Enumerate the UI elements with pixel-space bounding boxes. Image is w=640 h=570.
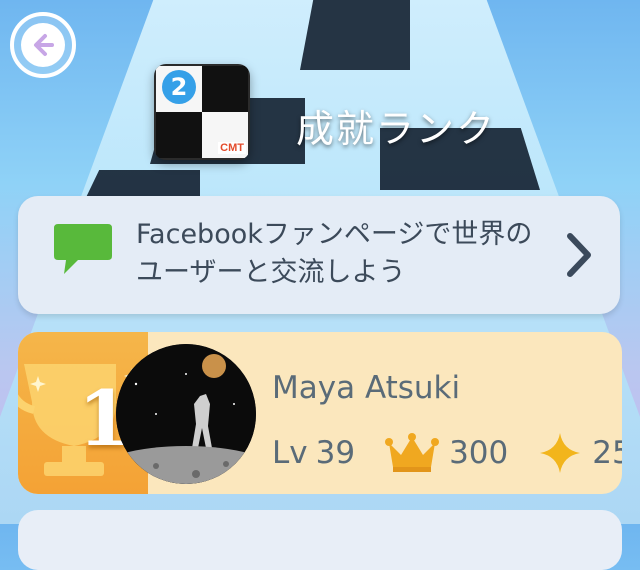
star-icon xyxy=(540,433,581,473)
facebook-card-text: Facebookファンページで世界のユーザーと交流しよう xyxy=(136,219,533,288)
avatar[interactable] xyxy=(116,344,256,484)
level-label: Lv xyxy=(272,435,308,471)
facebook-fanpage-card[interactable]: Facebookファンページで世界のユーザーと交流しよう xyxy=(18,196,620,314)
player-stats: Lv 39 300 25 xyxy=(272,430,622,476)
star-stat: 25 xyxy=(538,431,622,475)
piano-tile xyxy=(300,0,410,70)
crown-stat: 300 xyxy=(385,433,508,473)
chevron-right-icon xyxy=(567,233,591,277)
next-leaderboard-row[interactable] xyxy=(18,510,622,570)
app-logo: 2 CMT xyxy=(154,64,250,160)
logo-brand: CMT xyxy=(218,142,246,154)
level-value: 39 xyxy=(315,435,356,471)
crown-icon xyxy=(385,433,440,472)
player-name: Maya Atsuki xyxy=(272,370,461,406)
page-title: 成就ランク xyxy=(296,107,497,151)
back-button[interactable] xyxy=(10,12,76,78)
level-stat: Lv 39 xyxy=(272,435,355,471)
star-count: 25 xyxy=(592,435,622,471)
crown-count: 300 xyxy=(449,435,509,471)
logo-number: 2 xyxy=(162,70,196,104)
back-arrow-icon xyxy=(21,23,65,67)
chat-bubble-icon xyxy=(54,224,112,274)
leaderboard-row[interactable]: 1 Maya Atsuki Lv 39 300 25 xyxy=(18,332,622,494)
